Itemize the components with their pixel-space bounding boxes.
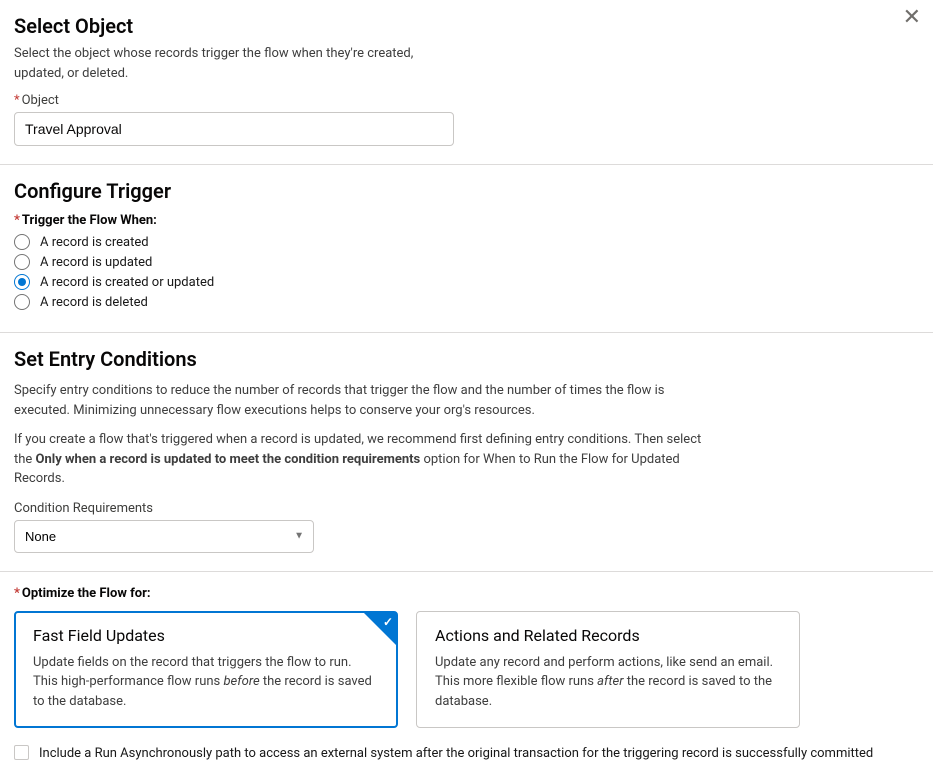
condition-req-select-wrap: None ▼ [14,520,314,553]
radio-icon [14,294,30,310]
card-fast-field-updates[interactable]: ✓ Fast Field Updates Update fields on th… [14,611,398,729]
radio-label: A record is updated [40,255,152,270]
radio-deleted[interactable]: A record is deleted [14,294,919,310]
body-italic: after [597,674,623,689]
select-object-section: Select Object Select the object whose re… [0,0,933,165]
radio-label: A record is deleted [40,295,148,310]
select-object-desc: Select the object whose records trigger … [14,44,454,83]
trigger-when-label: Trigger the Flow When: [14,213,919,228]
select-object-title: Select Object [14,14,919,38]
optimize-section: Optimize the Flow for: ✓ Fast Field Upda… [0,572,933,782]
radio-label: A record is created or updated [40,275,214,290]
async-checkbox-label: Include a Run Asynchronously path to acc… [39,744,873,764]
radio-updated[interactable]: A record is updated [14,254,919,270]
card-title: Fast Field Updates [33,626,379,645]
card-body: Update fields on the record that trigger… [33,653,379,712]
entry-conditions-section: Set Entry Conditions Specify entry condi… [0,333,933,572]
desc2-bold: Only when a record is updated to meet th… [36,452,421,467]
optimize-label: Optimize the Flow for: [14,586,919,601]
radio-icon [14,234,30,250]
entry-conditions-title: Set Entry Conditions [14,347,919,371]
condition-req-label: Condition Requirements [14,501,919,516]
card-actions-related-records[interactable]: Actions and Related Records Update any r… [416,611,800,729]
radio-label: A record is created [40,235,149,250]
condition-req-select[interactable]: None [14,520,314,553]
object-input[interactable] [14,112,454,146]
async-checkbox[interactable] [14,745,29,760]
check-icon: ✓ [383,615,393,629]
radio-icon [14,254,30,270]
optimize-cards: ✓ Fast Field Updates Update fields on th… [14,611,919,729]
card-title: Actions and Related Records [435,626,781,645]
async-checkbox-row[interactable]: Include a Run Asynchronously path to acc… [14,744,919,764]
close-button[interactable]: ✕ [903,6,921,28]
trigger-radio-group: A record is created A record is updated … [14,234,919,310]
body-italic: before [223,674,259,689]
configure-trigger-title: Configure Trigger [14,179,919,203]
configure-trigger-section: Configure Trigger Trigger the Flow When:… [0,165,933,333]
card-body: Update any record and perform actions, l… [435,653,781,712]
radio-created[interactable]: A record is created [14,234,919,250]
entry-conditions-desc1: Specify entry conditions to reduce the n… [14,381,714,420]
object-label: Object [14,93,919,108]
radio-created-or-updated[interactable]: A record is created or updated [14,274,919,290]
radio-icon [14,274,30,290]
entry-conditions-desc2: If you create a flow that's triggered wh… [14,430,714,489]
